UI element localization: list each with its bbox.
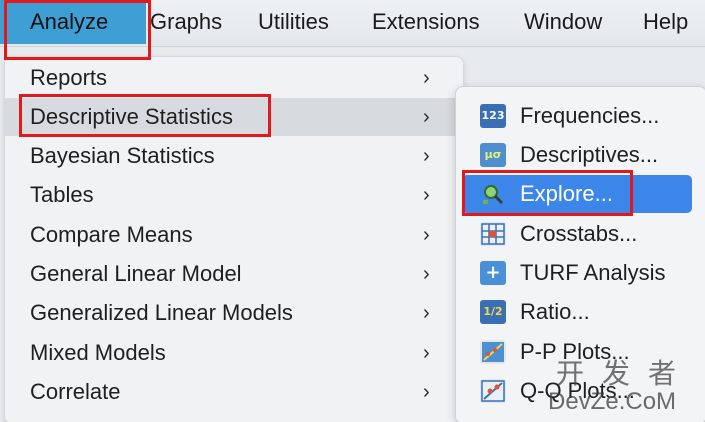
watermark: 开发者 DevZe.CoM [548, 352, 704, 422]
pp-plots-icon-graphic [482, 342, 504, 362]
watermark-cn-text: 开发者 [556, 357, 695, 390]
submenu-item-explore[interactable]: Explore... [462, 175, 692, 213]
submenu-item-label: Crosstabs... [520, 221, 638, 246]
submenu-item-label: Frequencies... [520, 103, 660, 128]
crosstabs-icon [480, 222, 506, 246]
menu-graphs[interactable]: Graphs [150, 0, 222, 46]
menu-window[interactable]: Window [524, 0, 602, 46]
qq-plots-icon [480, 379, 506, 403]
watermark-en-text: DevZe.CoM [548, 388, 677, 415]
menu-item-reports[interactable]: Reports › [5, 59, 461, 97]
menu-item-label: Reports [30, 65, 108, 90]
submenu-item-ratio[interactable]: 1/2 Ratio... [462, 293, 692, 331]
menu-help[interactable]: Help [643, 0, 688, 46]
submenu-item-turf-analysis[interactable]: + TURF Analysis [462, 254, 692, 292]
menu-item-label: Mixed Models [30, 340, 166, 365]
chevron-right-icon: › [423, 342, 430, 364]
chevron-right-icon: › [423, 381, 430, 403]
menu-item-label: Bayesian Statistics [30, 143, 215, 168]
menu-item-label: Correlate [30, 379, 121, 404]
menu-item-descriptive-statistics[interactable]: Descriptive Statistics › [5, 98, 461, 136]
submenu-item-frequencies[interactable]: 123 Frequencies... [462, 97, 692, 135]
explore-icon-graphic [483, 185, 504, 205]
chevron-right-icon: › [423, 302, 430, 324]
menu-item-label: Generalized Linear Models [30, 300, 293, 325]
menu-item-compare-means[interactable]: Compare Means › [5, 216, 461, 254]
menu-item-generalized-linear-models[interactable]: Generalized Linear Models › [5, 294, 461, 332]
submenu-item-descriptives[interactable]: μσ Descriptives... [462, 136, 692, 174]
menu-item-bayesian-statistics[interactable]: Bayesian Statistics › [5, 137, 461, 175]
menu-item-general-linear-model[interactable]: General Linear Model › [5, 255, 461, 293]
pp-plots-icon [480, 340, 506, 364]
submenu-item-label: Descriptives... [520, 142, 659, 167]
screen: Analyze Graphs Utilities Extensions Wind… [0, 0, 705, 422]
submenu-item-label: TURF Analysis [520, 260, 666, 285]
menu-item-label: General Linear Model [30, 261, 242, 286]
crosstabs-icon-graphic [481, 223, 505, 245]
ratio-icon: 1/2 [480, 300, 506, 324]
menu-analyze-label: Analyze [30, 9, 109, 34]
chevron-right-icon: › [423, 224, 430, 246]
submenu-item-label: Ratio... [520, 299, 590, 324]
menu-extensions[interactable]: Extensions [372, 0, 480, 46]
menu-item-mixed-models[interactable]: Mixed Models › [5, 334, 461, 372]
menu-item-correlate[interactable]: Correlate › [5, 373, 461, 411]
qq-plots-icon-graphic [481, 380, 505, 402]
chevron-right-icon: › [423, 106, 430, 128]
frequencies-icon: 123 [480, 104, 506, 128]
menu-item-label: Descriptive Statistics [30, 104, 233, 129]
chevron-right-icon: › [423, 145, 430, 167]
menu-item-tables[interactable]: Tables › [5, 176, 461, 214]
analyze-dropdown-menu: Reports › Descriptive Statistics › Bayes… [4, 56, 464, 422]
menu-utilities[interactable]: Utilities [258, 0, 329, 46]
chevron-right-icon: › [423, 67, 430, 89]
turf-icon: + [480, 261, 506, 285]
submenu-item-crosstabs[interactable]: Crosstabs... [462, 215, 692, 253]
menu-analyze[interactable]: Analyze [0, 0, 146, 44]
submenu-item-label: Explore... [520, 181, 613, 206]
explore-icon [480, 182, 506, 206]
menu-item-label: Tables [30, 182, 94, 207]
menu-item-label: Compare Means [30, 222, 193, 247]
chevron-right-icon: › [423, 263, 430, 285]
chevron-right-icon: › [423, 184, 430, 206]
descriptives-icon: μσ [480, 143, 506, 167]
menu-bar: Analyze Graphs Utilities Extensions Wind… [0, 0, 705, 47]
